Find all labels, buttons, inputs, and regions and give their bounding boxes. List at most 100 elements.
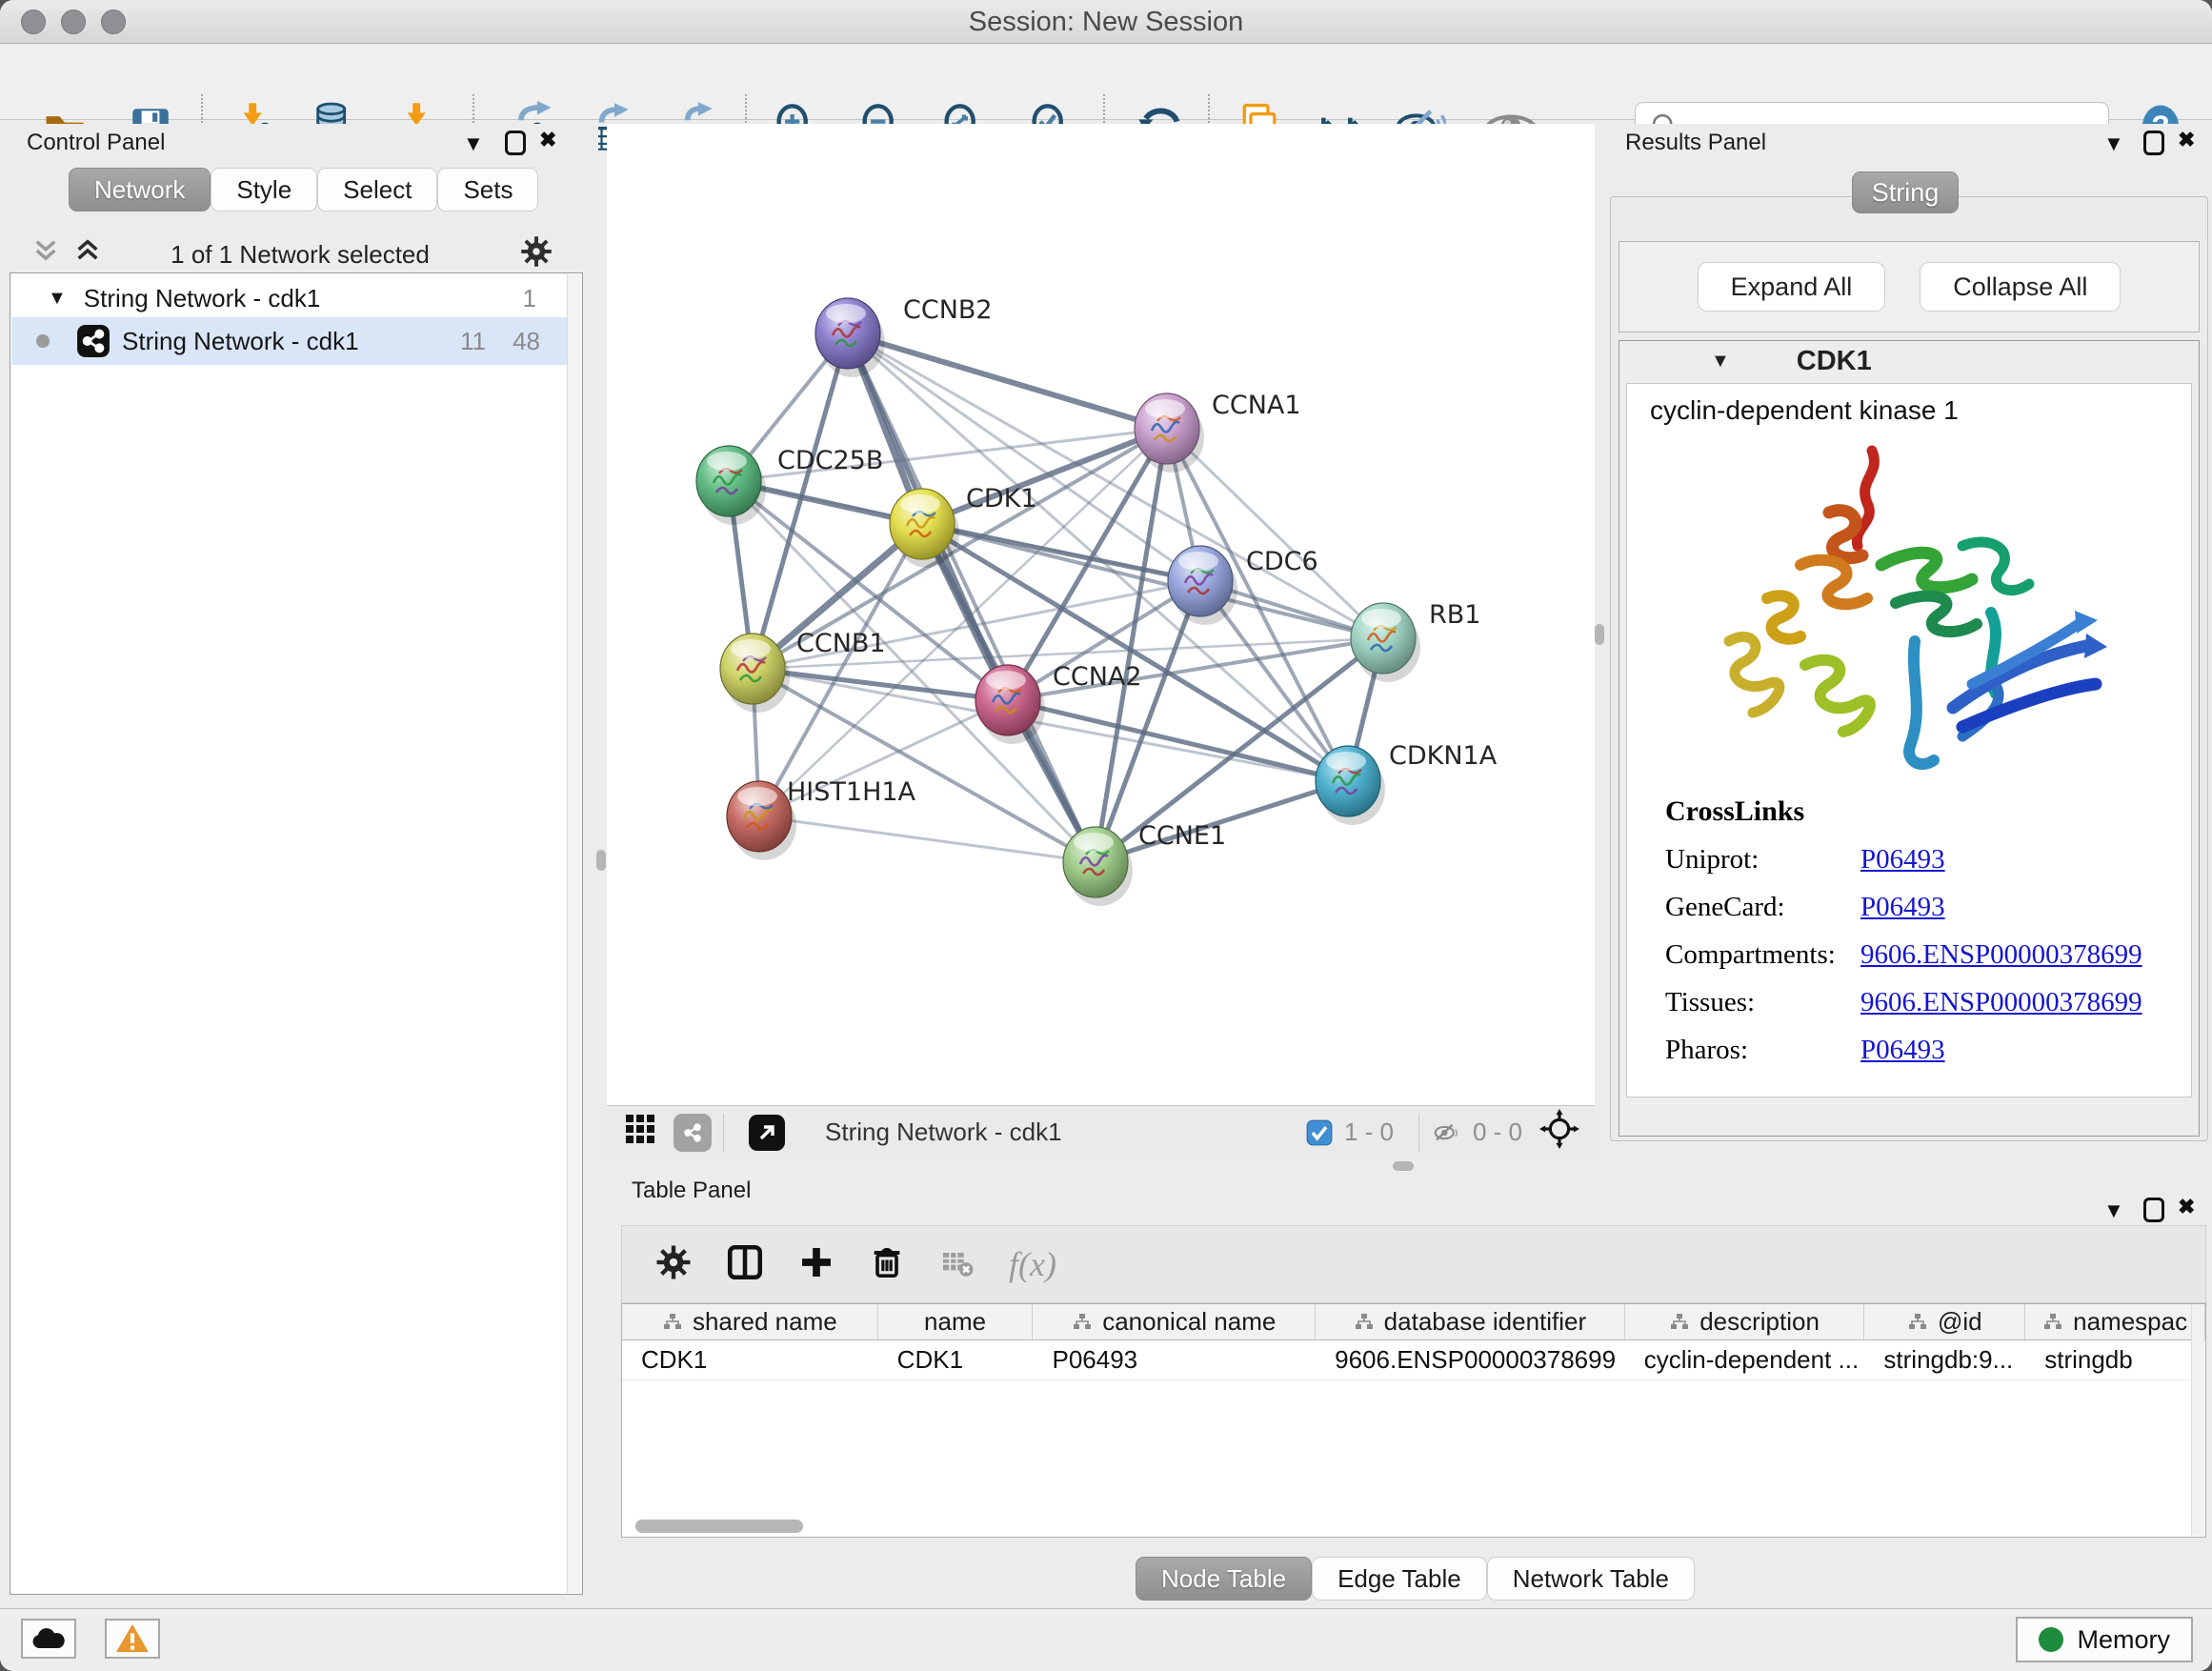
control-panel-float-button[interactable] [505,131,526,155]
edge-CCNB1-CCNA2[interactable] [753,669,1008,700]
expand-all-button[interactable]: Expand All [1698,262,1886,312]
right-splitter-grip[interactable] [1595,624,1604,645]
cloud-status-button[interactable] [21,1619,76,1659]
tab-style[interactable]: Style [211,168,317,211]
function-builder-button[interactable]: f(x) [1009,1244,1056,1284]
control-panel-close-button[interactable]: ✖ [539,130,556,151]
table-cell[interactable]: cyclin-dependent ... [1625,1340,1865,1379]
table-panel-float-button[interactable] [2143,1198,2164,1222]
network-options-button[interactable] [519,234,553,273]
table-cell[interactable]: CDK1 [878,1340,1034,1379]
tree-scrollbar[interactable] [567,274,581,1593]
network-row[interactable]: String Network - cdk1 11 48 [11,317,569,365]
table-cell[interactable]: stringdb [2025,1340,2205,1379]
node-result-header[interactable]: ▼ CDK1 [1619,341,2199,381]
table-panel-menu-button[interactable]: ▼ [2103,1200,2124,1221]
columns-icon [725,1242,765,1282]
crosslink-row: Compartments:9606.ENSP00000378699 [1665,939,2180,971]
horizontal-splitter-grip[interactable] [1393,1161,1414,1171]
edge-count: 48 [513,327,540,356]
tab-edge-table[interactable]: Edge Table [1312,1557,1487,1601]
create-column-button[interactable] [797,1243,835,1286]
column-header-shared-name[interactable]: shared name [622,1304,878,1339]
table-cell[interactable]: stringdb:9... [1864,1340,2025,1379]
node-label-CCNB1: CCNB1 [796,629,886,658]
collapse-all-tree-button[interactable] [32,238,59,268]
table-row[interactable]: CDK1CDK1P064939606.ENSP00000378699cyclin… [622,1340,2205,1380]
table-cell[interactable]: CDK1 [622,1340,878,1379]
node-CDC25B[interactable] [696,446,766,525]
node-RB1[interactable] [1351,603,1420,682]
crosslink-link[interactable]: P06493 [1860,892,1945,923]
crosslink-link[interactable]: 9606.ENSP00000378699 [1860,939,2142,971]
control-panel-menu-button[interactable]: ▼ [463,133,484,154]
column-header-namespac[interactable]: namespac [2025,1304,2205,1339]
gear-icon [654,1243,693,1281]
tab-sets[interactable]: Sets [437,168,538,211]
hidden-eye-slash-icon[interactable] [1431,1118,1463,1147]
edge-CCNB2-CCNA1[interactable] [848,333,1167,429]
table-vertical-scrollbar[interactable] [2191,1305,2204,1536]
hidden-count: 0 - 0 [1473,1117,1522,1147]
tab-network[interactable]: Network [69,168,211,211]
collapse-all-button[interactable]: Collapse All [1920,262,2121,312]
grid-view-button[interactable] [624,1113,656,1152]
crosslink-link[interactable]: P06493 [1860,1035,1945,1066]
table-cell[interactable]: P06493 [1033,1340,1316,1379]
expand-all-tree-button[interactable] [74,238,101,268]
network-canvas[interactable]: CCNB2CCNA1CDC25BCDK1CDC6RB1CCNB1CCNA2CDK… [607,124,1595,1105]
detach-view-button[interactable] [749,1115,785,1151]
network-collection-row[interactable]: ▼ String Network - cdk1 1 [11,277,569,319]
node-CDKN1A[interactable] [1316,746,1385,825]
node-result-card: ▼ CDK1 cyclin-dependent kinase 1 [1619,340,2200,1137]
show-columns-button[interactable] [725,1242,765,1287]
delete-table-button[interactable] [938,1243,976,1286]
results-panel: Results Panel ▼ ✖ String Expand All Coll… [1604,124,2212,1158]
column-header-label: canonical name [1102,1307,1276,1337]
edge-CCNB2-RB1[interactable] [848,333,1383,638]
results-panel-float-button[interactable] [2143,131,2164,155]
warning-status-button[interactable] [105,1619,160,1659]
crosslink-label: GeneCard: [1665,892,1860,923]
left-splitter-grip[interactable] [596,850,606,871]
crosslink-link[interactable]: 9606.ENSP00000378699 [1860,987,2142,1018]
tab-select[interactable]: Select [317,168,437,211]
table-panel-close-button[interactable]: ✖ [2178,1197,2195,1218]
birds-eye-toggle-button[interactable] [1539,1109,1579,1156]
node-CDC6[interactable] [1168,546,1237,625]
table-cell[interactable]: 9606.ENSP00000378699 [1316,1340,1625,1379]
column-header-database-identifier[interactable]: database identifier [1316,1304,1625,1339]
node-CCNA2[interactable] [975,665,1045,744]
edge-CCNB2-CCNB1[interactable] [753,333,848,669]
node-label-CDK1: CDK1 [966,484,1037,513]
edge-HIST1H1A-CCNE1[interactable] [759,816,1096,862]
results-panel-menu-button[interactable]: ▼ [2103,133,2124,154]
column-header-id[interactable]: @id [1864,1304,2025,1339]
edge-CCNA1-HIST1H1A[interactable] [759,429,1167,816]
collection-expand-arrow[interactable]: ▼ [48,288,67,310]
results-panel-close-button[interactable]: ✖ [2178,130,2195,151]
tab-string[interactable]: String [1852,171,1959,213]
delete-column-button[interactable] [868,1243,906,1286]
crosshair-icon [1539,1109,1579,1149]
selected-checkbox-icon[interactable] [1306,1119,1333,1146]
memory-status-button[interactable]: Memory [2016,1617,2193,1662]
selected-count: 1 - 0 [1344,1117,1394,1147]
node-CCNB2[interactable] [815,298,885,377]
node-label-CCNA1: CCNA1 [1212,391,1301,420]
column-header-name[interactable]: name [878,1304,1034,1339]
collapse-arrow-icon[interactable]: ▼ [1711,351,1730,372]
table-options-button[interactable] [654,1243,693,1286]
node-label-CCNE1: CCNE1 [1138,821,1226,851]
network-overview-button[interactable] [674,1114,712,1152]
table-horizontal-scrollbar[interactable] [635,1520,803,1533]
node-CDK1[interactable] [890,489,959,568]
column-header-description[interactable]: description [1625,1304,1865,1339]
tab-node-table[interactable]: Node Table [1136,1557,1312,1601]
column-header-canonical-name[interactable]: canonical name [1033,1304,1316,1339]
node-CCNA1[interactable] [1135,393,1204,473]
attribute-icon [1669,1313,1690,1332]
tab-network-table[interactable]: Network Table [1487,1557,1695,1601]
gene-description: cyclin-dependent kinase 1 [1627,384,2191,426]
crosslink-link[interactable]: P06493 [1860,844,1945,876]
